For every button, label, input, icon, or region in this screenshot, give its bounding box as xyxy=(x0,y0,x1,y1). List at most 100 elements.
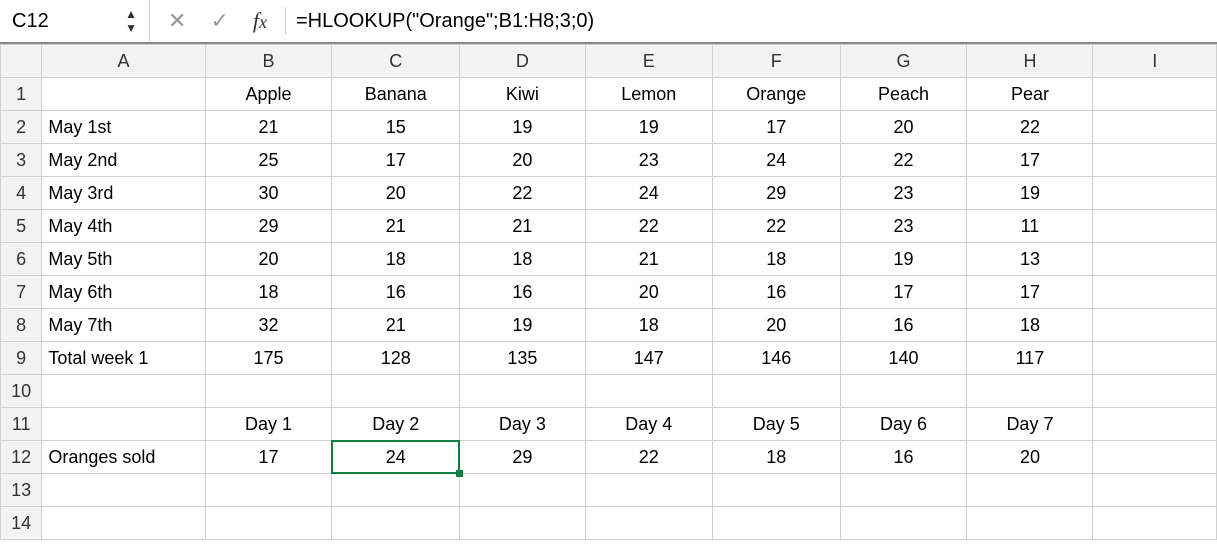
spreadsheet-grid[interactable]: ABCDEFGHI 1AppleBananaKiwiLemonOrangePea… xyxy=(0,44,1217,540)
cell-E13[interactable] xyxy=(585,474,712,507)
cell-A1[interactable] xyxy=(42,78,205,111)
cell-G4[interactable]: 23 xyxy=(840,177,967,210)
cell-B10[interactable] xyxy=(205,375,332,408)
cell-I13[interactable] xyxy=(1093,474,1217,507)
column-header-A[interactable]: A xyxy=(42,45,205,78)
cell-F3[interactable]: 24 xyxy=(712,144,840,177)
row-header-9[interactable]: 9 xyxy=(1,342,42,375)
cell-E9[interactable]: 147 xyxy=(585,342,712,375)
cell-H2[interactable]: 22 xyxy=(967,111,1093,144)
row-header-8[interactable]: 8 xyxy=(1,309,42,342)
cell-F10[interactable] xyxy=(712,375,840,408)
cell-C11[interactable]: Day 2 xyxy=(332,408,460,441)
cell-I2[interactable] xyxy=(1093,111,1217,144)
cell-A2[interactable]: May 1st xyxy=(42,111,205,144)
cell-F11[interactable]: Day 5 xyxy=(712,408,840,441)
cell-A6[interactable]: May 5th xyxy=(42,243,205,276)
cell-D1[interactable]: Kiwi xyxy=(460,78,586,111)
cell-C14[interactable] xyxy=(332,507,460,540)
cell-F9[interactable]: 146 xyxy=(712,342,840,375)
cell-G12[interactable]: 16 xyxy=(840,441,967,474)
cell-D12[interactable]: 29 xyxy=(460,441,586,474)
cell-C7[interactable]: 16 xyxy=(332,276,460,309)
cell-I5[interactable] xyxy=(1093,210,1217,243)
cell-I9[interactable] xyxy=(1093,342,1217,375)
cell-D6[interactable]: 18 xyxy=(460,243,586,276)
cell-D13[interactable] xyxy=(460,474,586,507)
cell-H8[interactable]: 18 xyxy=(967,309,1093,342)
cell-E1[interactable]: Lemon xyxy=(585,78,712,111)
cell-D10[interactable] xyxy=(460,375,586,408)
cell-F1[interactable]: Orange xyxy=(712,78,840,111)
cell-A7[interactable]: May 6th xyxy=(42,276,205,309)
row-header-14[interactable]: 14 xyxy=(1,507,42,540)
cell-F2[interactable]: 17 xyxy=(712,111,840,144)
cell-A10[interactable] xyxy=(42,375,205,408)
cell-B11[interactable]: Day 1 xyxy=(205,408,332,441)
cell-A13[interactable] xyxy=(42,474,205,507)
cell-B5[interactable]: 29 xyxy=(205,210,332,243)
name-box-stepper[interactable]: ▲ ▼ xyxy=(125,8,137,34)
column-header-D[interactable]: D xyxy=(460,45,586,78)
cell-E11[interactable]: Day 4 xyxy=(585,408,712,441)
cell-I3[interactable] xyxy=(1093,144,1217,177)
chevron-down-icon[interactable]: ▼ xyxy=(125,22,137,34)
cell-F6[interactable]: 18 xyxy=(712,243,840,276)
cell-A11[interactable] xyxy=(42,408,205,441)
row-header-4[interactable]: 4 xyxy=(1,177,42,210)
cell-B4[interactable]: 30 xyxy=(205,177,332,210)
cell-D8[interactable]: 19 xyxy=(460,309,586,342)
cell-G11[interactable]: Day 6 xyxy=(840,408,967,441)
cell-E10[interactable] xyxy=(585,375,712,408)
cell-C6[interactable]: 18 xyxy=(332,243,460,276)
cell-I1[interactable] xyxy=(1093,78,1217,111)
row-header-10[interactable]: 10 xyxy=(1,375,42,408)
cell-H5[interactable]: 11 xyxy=(967,210,1093,243)
cell-F12[interactable]: 18 xyxy=(712,441,840,474)
cell-G3[interactable]: 22 xyxy=(840,144,967,177)
cell-D4[interactable]: 22 xyxy=(460,177,586,210)
cell-A8[interactable]: May 7th xyxy=(42,309,205,342)
cell-B6[interactable]: 20 xyxy=(205,243,332,276)
cell-I8[interactable] xyxy=(1093,309,1217,342)
cell-E14[interactable] xyxy=(585,507,712,540)
cell-I4[interactable] xyxy=(1093,177,1217,210)
cell-G10[interactable] xyxy=(840,375,967,408)
cell-B8[interactable]: 32 xyxy=(205,309,332,342)
cell-H6[interactable]: 13 xyxy=(967,243,1093,276)
cell-B7[interactable]: 18 xyxy=(205,276,332,309)
cell-G2[interactable]: 20 xyxy=(840,111,967,144)
name-box[interactable]: C12 ▲ ▼ xyxy=(0,0,150,42)
cell-D11[interactable]: Day 3 xyxy=(460,408,586,441)
cell-A4[interactable]: May 3rd xyxy=(42,177,205,210)
cell-F14[interactable] xyxy=(712,507,840,540)
cell-E4[interactable]: 24 xyxy=(585,177,712,210)
cell-H9[interactable]: 117 xyxy=(967,342,1093,375)
cell-B13[interactable] xyxy=(205,474,332,507)
cell-G5[interactable]: 23 xyxy=(840,210,967,243)
cell-C1[interactable]: Banana xyxy=(332,78,460,111)
cell-G7[interactable]: 17 xyxy=(840,276,967,309)
column-header-F[interactable]: F xyxy=(712,45,840,78)
cell-C8[interactable]: 21 xyxy=(332,309,460,342)
cell-E6[interactable]: 21 xyxy=(585,243,712,276)
column-header-H[interactable]: H xyxy=(967,45,1093,78)
cell-I14[interactable] xyxy=(1093,507,1217,540)
row-header-3[interactable]: 3 xyxy=(1,144,42,177)
cell-G8[interactable]: 16 xyxy=(840,309,967,342)
column-header-E[interactable]: E xyxy=(585,45,712,78)
cell-C12[interactable]: 24 xyxy=(332,441,460,474)
cell-C3[interactable]: 17 xyxy=(332,144,460,177)
cell-I6[interactable] xyxy=(1093,243,1217,276)
cell-E3[interactable]: 23 xyxy=(585,144,712,177)
cell-F5[interactable]: 22 xyxy=(712,210,840,243)
cell-A12[interactable]: Oranges sold xyxy=(42,441,205,474)
row-header-1[interactable]: 1 xyxy=(1,78,42,111)
chevron-up-icon[interactable]: ▲ xyxy=(125,8,137,20)
cell-I10[interactable] xyxy=(1093,375,1217,408)
cell-F4[interactable]: 29 xyxy=(712,177,840,210)
cell-D2[interactable]: 19 xyxy=(460,111,586,144)
accept-icon[interactable]: ✓ xyxy=(210,8,228,34)
cell-A5[interactable]: May 4th xyxy=(42,210,205,243)
cell-E7[interactable]: 20 xyxy=(585,276,712,309)
